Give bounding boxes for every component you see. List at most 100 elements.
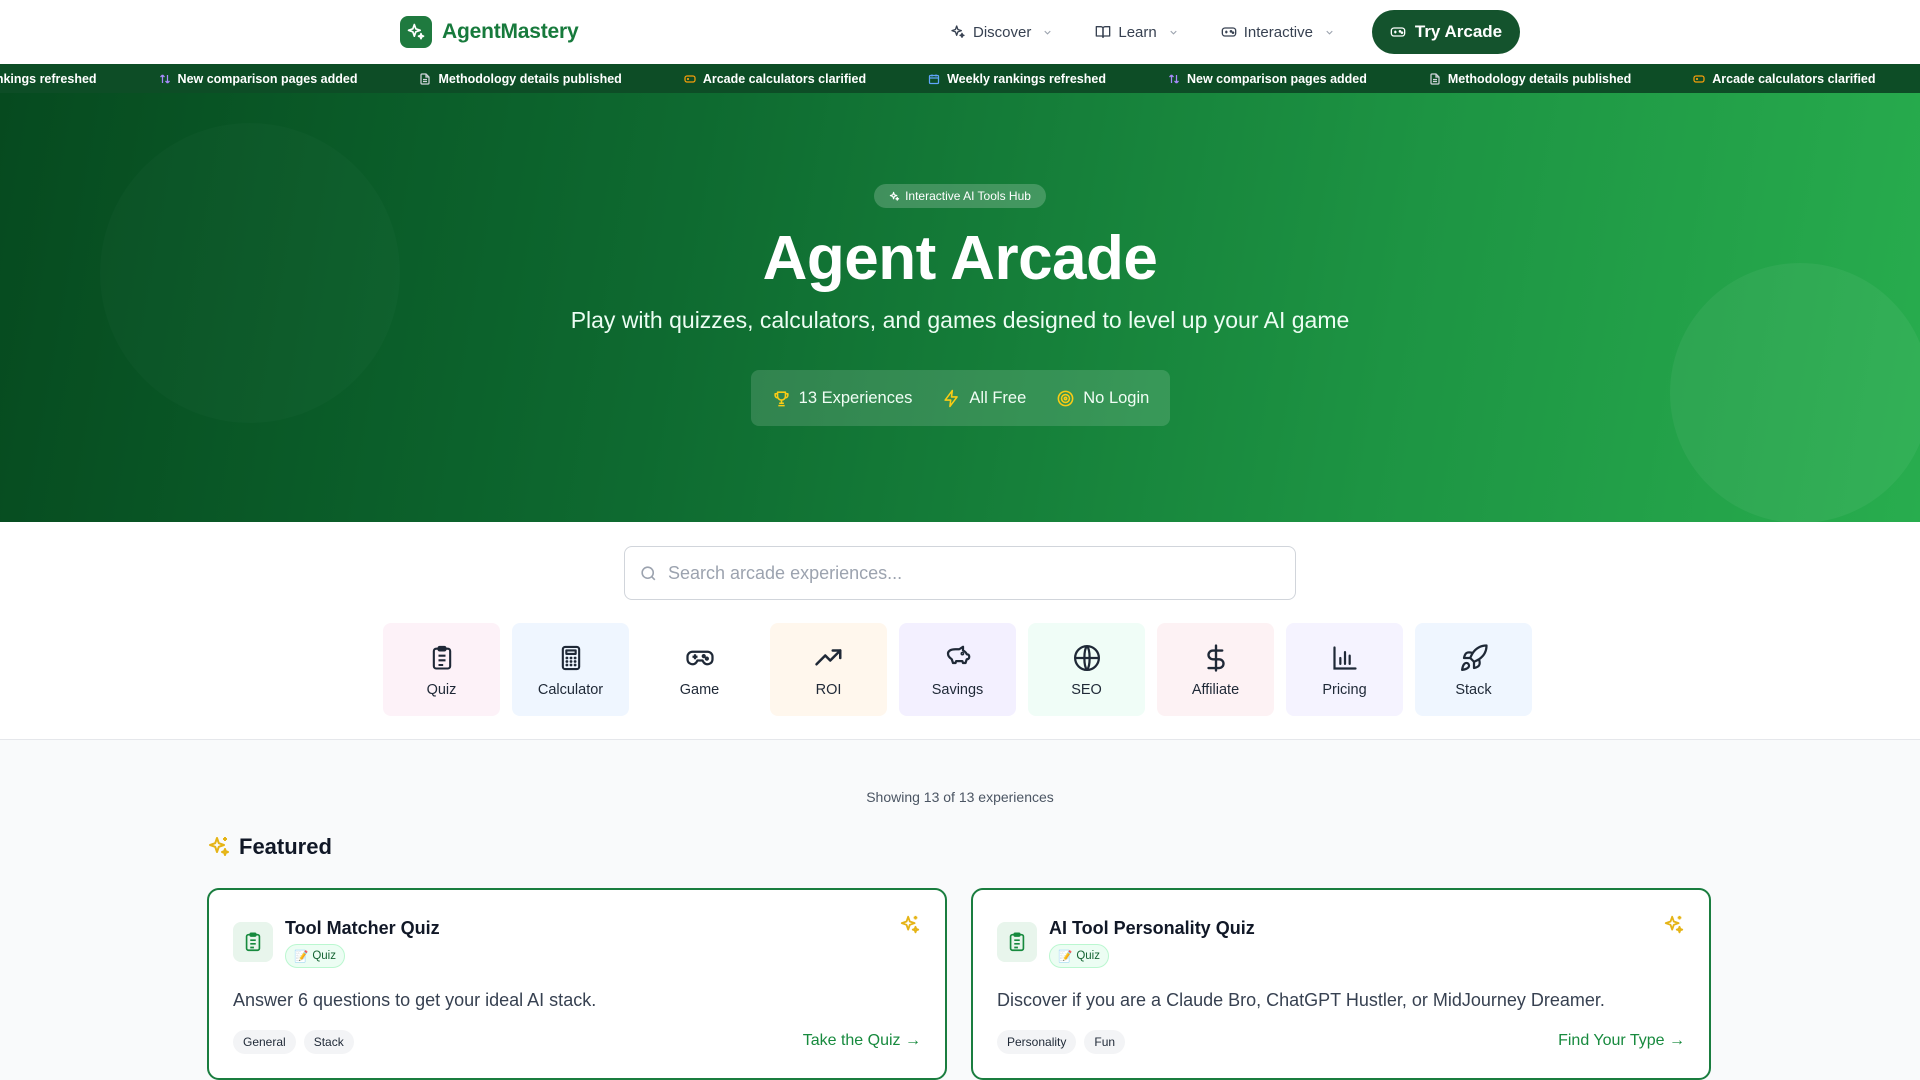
book-icon [1096, 26, 1111, 38]
stat-free-label: All Free [969, 388, 1027, 407]
category-calculator[interactable]: Calculator [512, 623, 629, 716]
rocket-icon [1459, 642, 1489, 674]
search-input[interactable] [668, 562, 1268, 584]
card-description: Discover if you are a Claude Bro, ChatGP… [997, 990, 1605, 1010]
tag-chip[interactable]: Personality [997, 1030, 1077, 1054]
ticker-item-text: New comparison pages added [1186, 71, 1367, 86]
nav-learn-label: Learn [1118, 23, 1157, 41]
compare-icon [159, 74, 170, 83]
ticker-item-text: Arcade calculators clarified [702, 71, 867, 86]
featured-card[interactable]: Tool Matcher Quiz 📝 Quiz Answer 6 questi… [207, 888, 947, 1080]
ticker-item-text: New comparison pages added [177, 71, 358, 86]
hero-decoration [1670, 263, 1920, 522]
ticker-item-text: Arcade calculators clarified [1712, 71, 1876, 86]
try-arcade-label: Try Arcade [1414, 22, 1503, 41]
ticker-item[interactable]: Weekly rankings refreshed [928, 72, 1106, 86]
card-cta-link[interactable]: Find Your Type → [1558, 1032, 1685, 1050]
brand-logo[interactable]: AgentMastery [400, 16, 579, 48]
nav-interactive[interactable]: Interactive [1221, 24, 1335, 41]
ticker-item[interactable]: New comparison pages added [1168, 72, 1367, 86]
nav-learn[interactable]: Learn [1095, 24, 1178, 41]
ticker-item-text: Methodology details published [438, 71, 622, 86]
featured-heading-text: Featured [239, 834, 332, 859]
hero-stats: 13 Experiences All Free No Login [751, 370, 1170, 426]
card-type-badge: 📝 Quiz [1049, 944, 1109, 968]
card-title: Tool Matcher Quiz [285, 918, 440, 938]
nav-discover[interactable]: Discover [950, 24, 1053, 41]
search-icon [641, 565, 656, 580]
ticker-item-text: rankings refreshed [0, 71, 97, 86]
document-icon [1430, 72, 1440, 85]
tag-chip[interactable]: Fun [1084, 1030, 1126, 1054]
document-icon [420, 72, 431, 85]
tag-chip[interactable]: General [233, 1030, 296, 1054]
card-tags: General Stack [233, 1030, 354, 1054]
bar-chart-icon [1331, 642, 1359, 674]
gamepad-icon [1221, 27, 1237, 37]
category-seo[interactable]: SEO [1028, 623, 1145, 716]
category-label: Savings [931, 681, 984, 698]
page-title: Agent Arcade [762, 224, 1158, 293]
ticker-item[interactable]: rankings refreshed [0, 72, 97, 86]
results-count: Showing 13 of 13 experiences [866, 789, 1054, 805]
memo-icon: 📝 [1058, 951, 1073, 963]
nav-interactive-label: Interactive [1243, 23, 1313, 41]
gamepad-icon [685, 642, 715, 674]
dollar-icon [1201, 642, 1231, 674]
hero-badge-text: Interactive AI Tools Hub [905, 189, 1031, 203]
category-label: Quiz [426, 681, 457, 698]
calculator-icon [557, 642, 585, 674]
featured-heading: Featured [207, 834, 332, 860]
ticker-item[interactable]: Arcade calculators clarified [1693, 71, 1876, 86]
stat-experiences-label: 13 Experiences [798, 388, 913, 407]
featured-card[interactable]: AI Tool Personality Quiz 📝 Quiz Discover… [971, 888, 1711, 1080]
gamepad-icon [1390, 27, 1406, 37]
try-arcade-button[interactable]: Try Arcade [1372, 10, 1520, 54]
ticker-item[interactable]: Methodology details published [1429, 72, 1631, 86]
top-header: AgentMastery Discover Learn Interactive … [0, 0, 1920, 64]
category-label: Pricing [1322, 681, 1367, 698]
lightning-icon [944, 389, 959, 407]
tag-chip[interactable]: Stack [303, 1030, 354, 1054]
stat-free: All Free [942, 389, 1026, 408]
category-pricing[interactable]: Pricing [1286, 623, 1403, 716]
clipboard-icon [997, 922, 1037, 962]
ticker-item[interactable]: Arcade calculators clarified [684, 72, 866, 86]
category-filters: Quiz Calculator Game ROI Savings SEO Aff… [383, 623, 1532, 716]
category-roi[interactable]: ROI [770, 623, 887, 716]
category-label: Game [679, 681, 720, 698]
chevron-down-icon [1044, 30, 1052, 35]
ticker-track: rankings refreshed New comparison pages … [0, 64, 1920, 93]
stat-experiences: 13 Experiences [772, 388, 913, 408]
stat-no-login-label: No Login [1083, 388, 1150, 407]
card-tags: Personality Fun [997, 1030, 1126, 1054]
calendar-icon [928, 74, 940, 84]
card-description: Answer 6 questions to get your ideal AI … [233, 990, 597, 1010]
clipboard-icon [428, 642, 456, 674]
ticker-item[interactable]: New comparison pages added [159, 71, 358, 86]
target-icon [1057, 390, 1074, 406]
trophy-icon [774, 390, 789, 406]
category-label: Calculator [537, 681, 604, 698]
card-type-label: Quiz [312, 950, 336, 962]
category-affiliate[interactable]: Affiliate [1157, 623, 1274, 716]
category-game[interactable]: Game [641, 623, 758, 716]
search-box[interactable] [624, 546, 1296, 600]
category-label: Affiliate [1191, 681, 1240, 698]
card-cta-link[interactable]: Take the Quiz → [803, 1032, 921, 1050]
piggy-bank-icon [943, 642, 973, 674]
ticker-item[interactable]: Methodology details published [419, 71, 622, 86]
category-stack[interactable]: Stack [1415, 623, 1532, 716]
category-quiz[interactable]: Quiz [383, 623, 500, 716]
chevron-down-icon [1170, 30, 1177, 35]
sparkles-icon [899, 914, 921, 941]
sparkles-icon [889, 191, 900, 201]
category-label: SEO [1071, 681, 1102, 698]
category-savings[interactable]: Savings [899, 623, 1016, 716]
sparkles-icon [1663, 914, 1685, 941]
category-label: Stack [1455, 681, 1492, 698]
news-ticker: rankings refreshed New comparison pages … [0, 64, 1920, 93]
clipboard-icon [233, 922, 273, 962]
memo-icon: 📝 [294, 951, 309, 963]
sparkles-logo-icon [400, 16, 432, 48]
